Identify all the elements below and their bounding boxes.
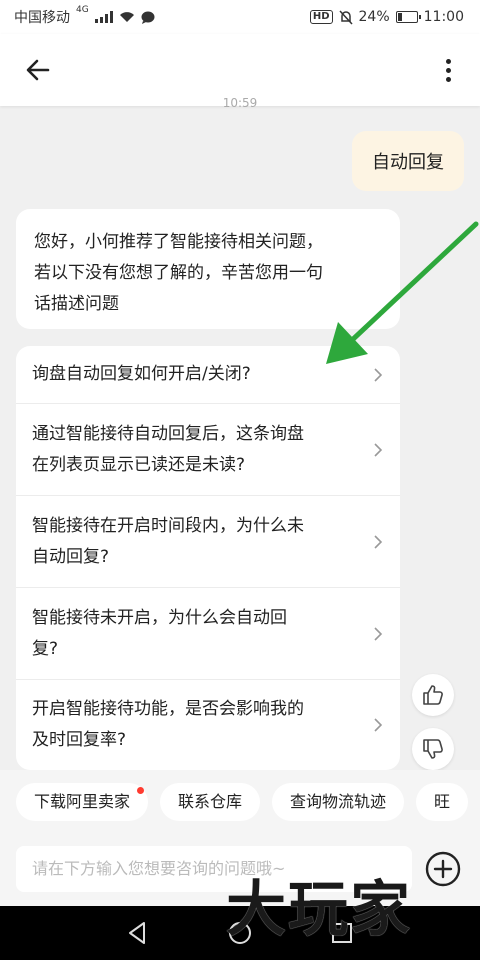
chevron-right-icon — [374, 626, 383, 641]
more-vertical-icon[interactable] — [434, 52, 462, 88]
battery-percent: 24% — [358, 9, 390, 25]
faq-item[interactable]: 智能接待未开启，为什么会自动回 复? — [16, 588, 400, 680]
chip-more[interactable]: 旺 — [416, 783, 469, 821]
chip-track-logistics[interactable]: 查询物流轨迹 — [272, 783, 405, 821]
chevron-right-icon — [374, 367, 383, 382]
quick-action-chips: 下载阿里卖家 联系仓库 查询物流轨迹 旺 — [16, 783, 469, 821]
battery-fill — [397, 13, 403, 21]
faq-question-line: 智能接待未开启，为什么会自动回 — [32, 607, 287, 628]
status-left: 中国移动 4G — [14, 5, 155, 27]
status-bar: 中国移动 4G HD 24% 11:00 — [0, 0, 480, 34]
wifi-icon — [119, 12, 134, 22]
nav-back-icon[interactable] — [124, 919, 152, 947]
faq-question-line: 开启智能接待功能，是否会影响我的 — [32, 699, 304, 719]
chip-contact-warehouse[interactable]: 联系仓库 — [160, 783, 261, 821]
hd-icon: HD — [309, 10, 333, 24]
thumbs-down-button[interactable] — [412, 728, 454, 770]
mute-bell-icon — [338, 9, 353, 25]
faq-question-line: 自动回复? — [32, 546, 110, 567]
battery-icon — [395, 11, 421, 23]
thumbs-up-button[interactable] — [412, 674, 454, 716]
annotation-arrow-icon — [326, 221, 479, 364]
status-right: HD 24% 11:00 — [309, 9, 464, 25]
notification-dot — [137, 787, 145, 794]
thumbs-up-icon — [423, 685, 443, 705]
clock: 11:00 — [423, 9, 464, 25]
faq-question-line: 复? — [32, 638, 59, 659]
chevron-right-icon — [374, 718, 383, 732]
faq-list: 询盘自动回复如何开启/关闭? 通过智能接待自动回复后，这条询盘 在列表页显示已读… — [16, 346, 400, 770]
chip-label: 查询物流轨迹 — [290, 792, 387, 811]
chip-download-app[interactable]: 下载阿里卖家 — [16, 783, 149, 821]
faq-question-line: 智能接待在开启时间段内，为什么未 — [32, 515, 304, 536]
faq-item[interactable]: 通过智能接待自动回复后，这条询盘 在列表页显示已读还是未读? — [16, 404, 400, 496]
faq-item[interactable]: 开启智能接待功能，是否会影响我的 及时回复率? — [16, 680, 400, 770]
message-timestamp: 10:59 — [222, 96, 258, 110]
chevron-right-icon — [374, 534, 383, 549]
user-message-bubble: 自动回复 — [352, 131, 464, 191]
chip-label: 下载阿里卖家 — [34, 792, 131, 811]
chevron-right-icon — [374, 442, 383, 457]
faq-question-line: 通过智能接待自动回复后，这条询盘 — [32, 423, 304, 444]
message-icon — [141, 11, 155, 24]
back-arrow-icon[interactable] — [22, 54, 54, 86]
chip-label: 联系仓库 — [178, 792, 243, 811]
faq-question-line: 询盘自动回复如何开启/关闭? — [32, 364, 251, 384]
faq-question-line: 及时回复率? — [32, 730, 127, 750]
chip-label: 旺 — [434, 792, 451, 811]
faq-item[interactable]: 智能接待在开启时间段内，为什么未 自动回复? — [16, 496, 400, 588]
signal-icon — [94, 11, 113, 23]
thumbs-down-icon — [423, 739, 443, 759]
network-type: 4G — [76, 5, 89, 15]
watermark: 大玩家 — [226, 875, 412, 945]
quick-actions-bar: 下载阿里卖家 联系仓库 查询物流轨迹 旺 — [0, 770, 480, 834]
carrier-name: 中国移动 — [14, 10, 70, 26]
faq-question-line: 在列表页显示已读还是未读? — [32, 454, 246, 475]
